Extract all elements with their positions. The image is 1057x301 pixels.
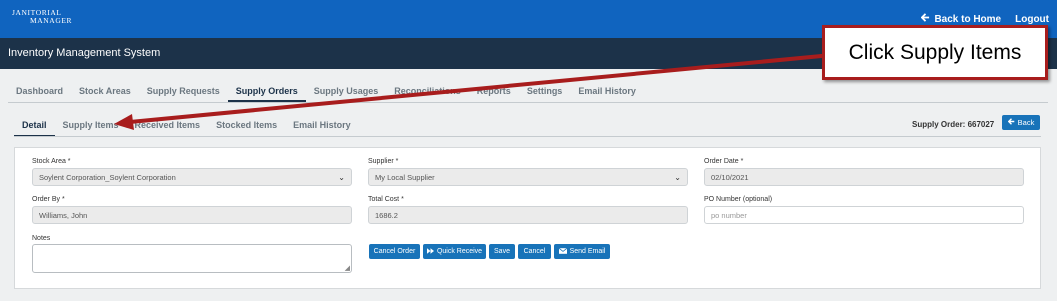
arrow-head-icon (114, 114, 134, 130)
callout-text: Click Supply Items (848, 40, 1022, 64)
instruction-callout: Click Supply Items (822, 25, 1048, 80)
